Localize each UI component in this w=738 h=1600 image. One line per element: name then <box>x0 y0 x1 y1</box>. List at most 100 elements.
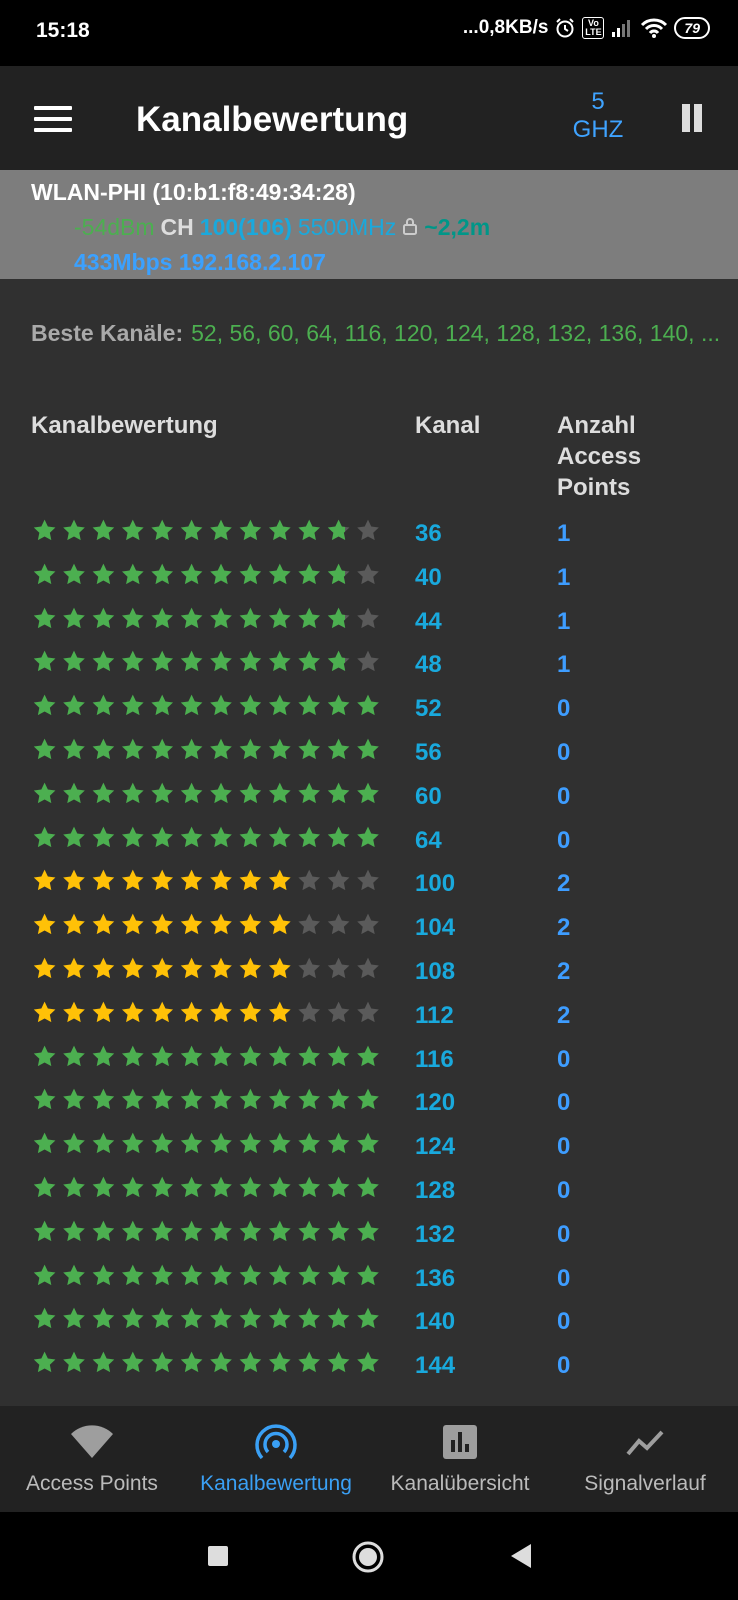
connected-ssid: WLAN-PHI (10:b1:f8:49:34:28) <box>31 179 356 205</box>
channel-row[interactable]: 124 0 <box>0 1125 738 1169</box>
channel-row[interactable]: 64 0 <box>0 819 738 863</box>
channel-row[interactable]: 116 0 <box>0 1038 738 1082</box>
star-icon <box>239 650 262 672</box>
star-icon <box>239 782 262 803</box>
channel-number: 60 <box>415 782 442 810</box>
star-icon <box>268 1220 291 1241</box>
star-icon <box>298 1307 321 1329</box>
star-icon <box>92 1307 115 1329</box>
connection-info[interactable]: WLAN-PHI (10:b1:f8:49:34:28) -54dBm CH 1… <box>0 170 738 279</box>
rating-stars <box>32 691 392 721</box>
star-icon <box>180 1001 203 1022</box>
home-icon[interactable] <box>351 1540 385 1579</box>
star-icon <box>239 1132 262 1154</box>
channel-row[interactable]: 128 0 <box>0 1169 738 1213</box>
star-icon <box>210 1001 232 1022</box>
channel-row[interactable]: 104 2 <box>0 906 738 950</box>
access-point-count: 0 <box>557 1220 571 1248</box>
nav-signalverlauf[interactable]: Signalverlauf <box>552 1406 738 1512</box>
star-icon <box>327 1132 350 1154</box>
star-icon <box>327 519 350 541</box>
star-icon <box>210 869 232 891</box>
star-icon <box>357 1132 379 1154</box>
rating-stars <box>32 1129 392 1159</box>
channel-row[interactable]: 56 0 <box>0 731 738 775</box>
star-icon <box>298 563 321 584</box>
channel-number: 132 <box>415 1220 456 1248</box>
nav-kanalbewertung[interactable]: Kanalbewertung <box>184 1406 368 1512</box>
nav-label: Kanalübersicht <box>390 1472 530 1495</box>
channel-row[interactable]: 132 0 <box>0 1213 738 1257</box>
volte-icon: Vo LTE <box>582 17 605 39</box>
rating-stars <box>32 823 392 853</box>
access-point-count: 0 <box>557 1089 571 1117</box>
star-icon <box>357 826 379 847</box>
channel-number: 136 <box>415 1264 456 1292</box>
star-icon <box>239 1351 262 1373</box>
star-icon <box>357 1088 379 1110</box>
channel-row[interactable]: 144 0 <box>0 1344 738 1388</box>
rating-stars <box>32 735 392 765</box>
alarm-icon <box>554 17 576 39</box>
star-icon <box>121 869 144 891</box>
header-channel: Kanal <box>415 412 481 439</box>
nav-kanaluebersicht[interactable]: Kanalübersicht <box>368 1406 552 1512</box>
access-point-count: 0 <box>557 826 571 854</box>
star-icon <box>180 1307 203 1329</box>
channel-row[interactable]: 44 1 <box>0 600 738 644</box>
star-icon <box>63 869 85 891</box>
rating-stars <box>32 1085 392 1115</box>
star-icon <box>92 1132 115 1154</box>
star-icon <box>151 650 174 672</box>
star-icon <box>268 957 291 979</box>
star-icon <box>210 1176 232 1198</box>
star-icon <box>239 1088 262 1110</box>
star-icon <box>92 1176 115 1198</box>
channel-row[interactable]: 60 0 <box>0 775 738 819</box>
channel-row[interactable]: 112 2 <box>0 994 738 1038</box>
star-icon <box>180 1351 203 1373</box>
star-icon <box>33 782 56 803</box>
channel-row[interactable]: 36 1 <box>0 512 738 556</box>
rating-stars <box>32 1304 392 1334</box>
star-icon <box>33 1351 56 1373</box>
star-icon <box>327 1264 350 1285</box>
channel-number: 120 <box>415 1089 456 1117</box>
channel-number: 128 <box>415 1176 456 1204</box>
star-icon <box>327 650 350 672</box>
star-icon <box>239 694 262 716</box>
star-icon <box>33 1001 56 1022</box>
channel-row[interactable]: 48 1 <box>0 643 738 687</box>
menu-button[interactable] <box>34 106 72 134</box>
channel-row[interactable]: 100 2 <box>0 862 738 906</box>
back-icon[interactable] <box>509 1543 533 1574</box>
pause-button[interactable] <box>680 104 704 132</box>
star-icon <box>92 1001 115 1022</box>
channel-row[interactable]: 120 0 <box>0 1081 738 1125</box>
channel-row[interactable]: 40 1 <box>0 556 738 600</box>
access-point-count: 0 <box>557 1176 571 1204</box>
access-point-count: 1 <box>557 607 571 635</box>
radar-icon <box>254 1424 298 1469</box>
recents-icon[interactable] <box>207 1545 229 1572</box>
star-icon <box>298 1132 321 1154</box>
channel-number: 36 <box>415 520 442 547</box>
star-icon <box>210 519 232 541</box>
access-point-count: 0 <box>557 1045 571 1073</box>
channel-row[interactable]: 108 2 <box>0 950 738 994</box>
pause-icon <box>682 104 690 132</box>
channel-row[interactable]: 140 0 <box>0 1300 738 1344</box>
star-icon <box>210 650 232 672</box>
channel-number: 112 <box>415 1001 454 1029</box>
channel-row[interactable]: 136 0 <box>0 1257 738 1301</box>
star-icon <box>33 1045 56 1066</box>
channel-row[interactable]: 52 0 <box>0 687 738 731</box>
star-icon <box>121 957 144 979</box>
nav-access-points[interactable]: Access Points <box>0 1406 184 1512</box>
rating-stars <box>32 998 392 1028</box>
star-icon <box>327 1351 350 1373</box>
star-icon <box>121 563 144 584</box>
band-toggle-button[interactable]: 5 GHZ <box>566 88 630 144</box>
star-icon <box>298 694 321 716</box>
net-speed: ...0,8KB/s <box>462 17 549 38</box>
